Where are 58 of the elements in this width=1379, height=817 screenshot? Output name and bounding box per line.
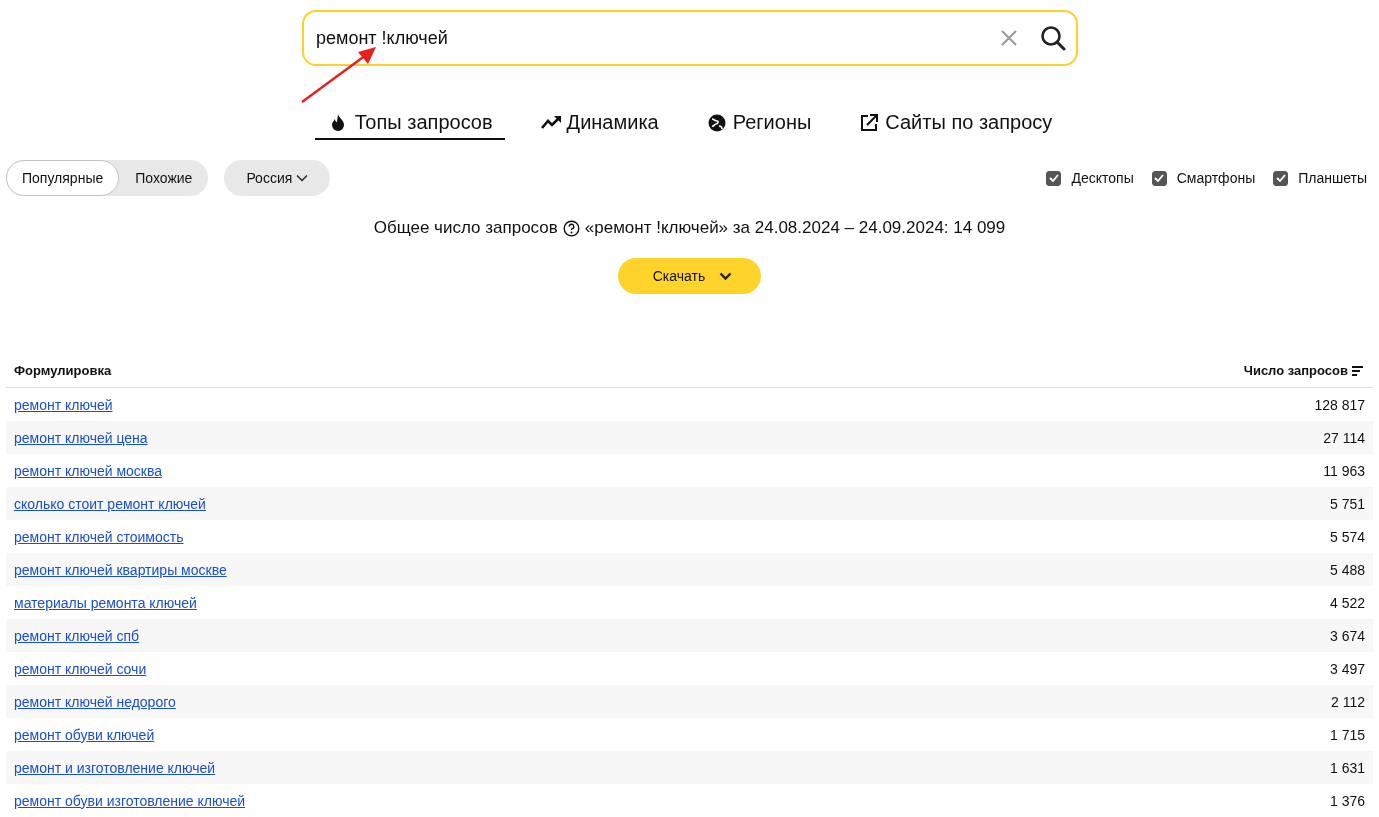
query-link[interactable]: ремонт обуви изготовление ключей [14,792,246,809]
column-header: Формулировка [14,363,112,378]
query-link[interactable]: ремонт ключей сочи [14,660,147,677]
external-link-icon [859,112,880,133]
table-cell: 5 488 [1329,561,1365,578]
query-link[interactable]: ремонт и изготовление ключей [14,759,216,776]
table-cell: 4 522 [1329,594,1365,611]
checkbox[interactable] [1151,170,1167,186]
tab[interactable]: Регионы [692,110,824,140]
chevron-down-icon [719,271,733,281]
query-link[interactable]: ремонт ключей [14,396,113,413]
summary-label: Общее число запросов [373,218,558,238]
table-cell: 27 114 [1323,429,1365,446]
table-cell: 1 631 [1329,759,1365,776]
search-button[interactable] [1040,25,1066,51]
checkbox[interactable] [1273,170,1289,186]
query-link[interactable]: материалы ремонта ключей [14,594,197,611]
query-link[interactable]: ремонт ключей спб [14,627,140,644]
checkmark-icon [1048,174,1059,182]
region-dropdown[interactable]: Россия [224,160,331,196]
query-link[interactable]: ремонт ключей квартиры москве [14,561,227,578]
table-cell: 1 715 [1329,726,1365,743]
download-button[interactable]: Скачать [618,258,761,294]
table-cell: 3 497 [1329,660,1365,677]
table-cell: 1 376 [1329,792,1365,809]
checkbox[interactable] [1046,170,1062,186]
mode-option[interactable]: Популярные [6,160,120,196]
column-header[interactable]: Число запросов [1243,363,1348,378]
query-link[interactable]: ремонт ключей стоимость [14,528,184,545]
chevron-down-icon [296,174,309,182]
close-icon [1000,29,1018,47]
tab[interactable]: Топы запросов [314,110,505,140]
checkbox-label: Смартфоны [1176,170,1256,186]
table-cell: 5 574 [1329,528,1365,545]
query-link[interactable]: сколько стоит ремонт ключей [14,495,206,512]
query-link[interactable]: ремонт ключей цена [14,429,148,446]
table-cell: 5 751 [1329,495,1365,512]
table-cell: 128 817 [1314,396,1365,413]
tab[interactable]: Сайты по запросу [845,110,1065,140]
checkbox-label: Десктопы [1071,170,1134,186]
clear-button[interactable] [1000,29,1018,47]
checkmark-icon [1154,174,1165,182]
summary-text: «ремонт !ключей» за 24.08.2024 – 24.09.2024: 14 099 [584,218,1006,238]
sort-icon [1352,365,1363,376]
table-cell: 11 963 [1323,462,1365,479]
table-cell: 2 112 [1331,693,1365,710]
query-link[interactable]: ремонт ключей недорого [14,693,176,710]
table-cell: 3 674 [1329,627,1365,644]
tab[interactable]: Динамика [526,110,671,140]
search-icon [1040,25,1066,51]
checkmark-icon [1275,174,1286,182]
query-link[interactable]: ремонт обуви ключей [14,726,155,743]
search-field[interactable]: ремонт !ключей [302,10,1078,66]
query-link[interactable]: ремонт ключей москва [14,462,163,479]
globe-icon [706,112,727,133]
mode-option[interactable]: Похожие [119,160,209,196]
checkbox-label: Планшеты [1298,170,1367,186]
help-icon [562,219,580,237]
